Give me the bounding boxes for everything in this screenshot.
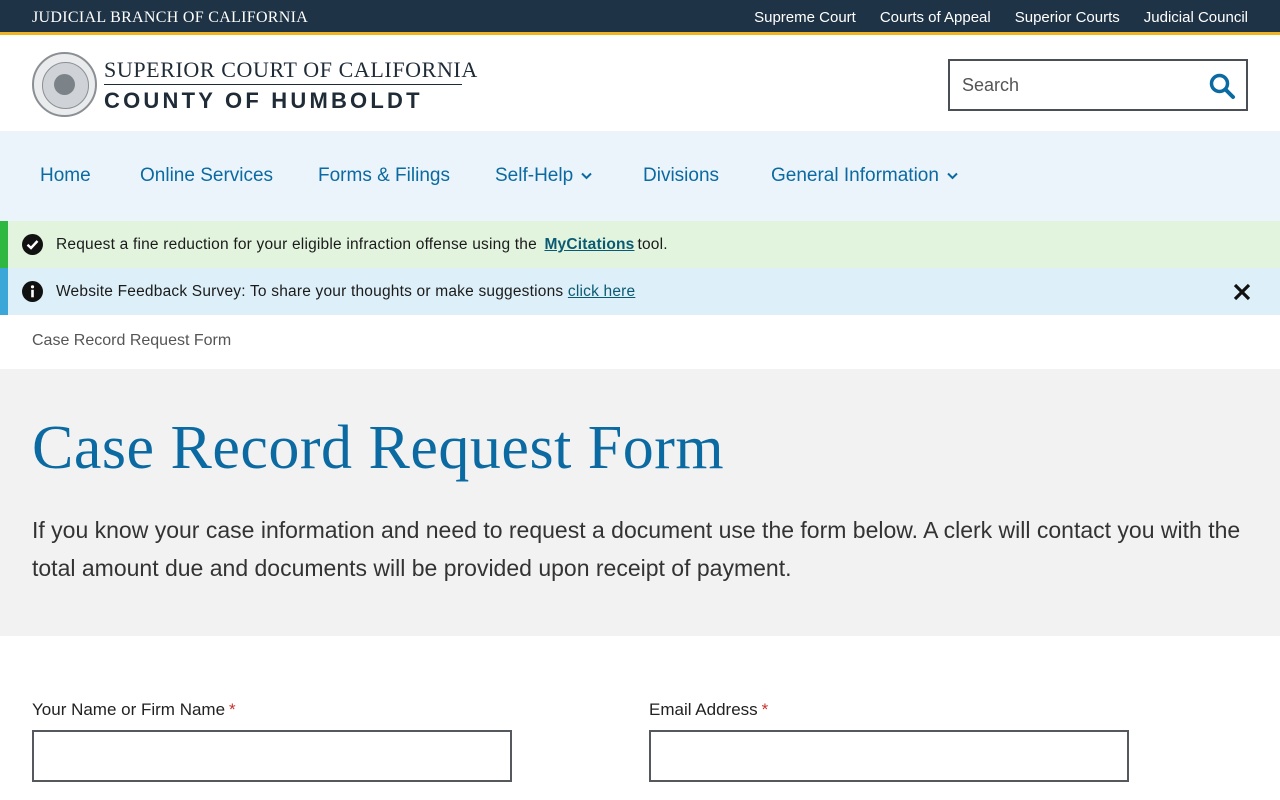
search-icon[interactable] [1208,72,1236,100]
nav-general-information[interactable]: General Information [771,165,958,187]
name-field[interactable] [32,730,512,782]
nav-divisions[interactable]: Divisions [643,165,719,187]
nav-online-services[interactable]: Online Services [140,165,273,187]
brand-title-line1[interactable]: SUPERIOR COURT OF CALIFORNIA [104,57,478,83]
info-circle-icon [22,281,43,302]
judicial-branch-label[interactable]: JUDICIAL BRANCH OF CALIFORNIA [32,9,308,27]
site-search [948,59,1248,111]
mycitations-alert-text-end: tool. [637,236,668,253]
mycitations-alert: Request a fine reduction for your eligib… [0,221,1280,268]
nav-forms-filings[interactable]: Forms & Filings [318,165,450,187]
breadcrumb-current: Case Record Request Form [32,332,232,349]
email-field-label: Email Address * [649,700,768,720]
nav-self-help[interactable]: Self-Help [495,165,592,187]
required-marker: * [761,700,769,719]
supreme-court-link[interactable]: Supreme Court [754,9,856,26]
page-intro: If you know your case information and ne… [32,517,1241,581]
brand-divider [104,84,462,85]
page-hero: Case Record Request Form If you know you… [0,369,1280,636]
site-header: SUPERIOR COURT OF CALIFORNIA COUNTY OF H… [0,38,1280,131]
check-circle-icon [22,234,43,255]
superior-courts-link[interactable]: Superior Courts [1015,9,1120,26]
feedback-survey-text: Website Feedback Survey: To share your t… [56,283,568,300]
nav-divisions-label: Divisions [643,165,720,186]
court-seal-logo[interactable] [32,52,97,117]
nav-self-help-label: Self-Help [495,165,574,186]
breadcrumb: Case Record Request Form [32,332,231,350]
mycitations-alert-message: Request a fine reduction for your eligib… [56,236,668,254]
judicial-council-link[interactable]: Judicial Council [1144,9,1248,26]
chevron-down-icon [947,172,958,180]
email-field[interactable] [649,730,1129,782]
nav-online-services-label: Online Services [140,165,274,186]
name-field-label-text: Your Name or Firm Name [32,700,226,719]
email-field-label-text: Email Address [649,700,758,719]
nav-general-information-label: General Information [771,165,939,186]
feedback-survey-alert: Website Feedback Survey: To share your t… [0,268,1280,315]
judicial-branch-bar: JUDICIAL BRANCH OF CALIFORNIA Supreme Co… [0,0,1280,35]
search-input[interactable] [950,61,1200,109]
court-links: Supreme Court Courts of Appeal Superior … [754,9,1248,26]
nav-home[interactable]: Home [40,165,91,187]
mycitations-link[interactable]: MyCitations [544,236,634,253]
brand-title-line2[interactable]: COUNTY OF HUMBOLDT [104,88,423,114]
courts-of-appeal-link[interactable]: Courts of Appeal [880,9,991,26]
required-marker: * [229,700,236,719]
name-field-label: Your Name or Firm Name * [32,700,236,720]
main-nav: Home Online Services Forms & Filings Sel… [0,131,1280,221]
mycitations-alert-text: Request a fine reduction for your eligib… [56,236,542,253]
chevron-down-icon [581,172,592,180]
click-here-link[interactable]: click here [568,283,635,300]
feedback-survey-message: Website Feedback Survey: To share your t… [56,283,635,301]
nav-forms-filings-label: Forms & Filings [318,165,450,186]
nav-home-label: Home [40,165,91,186]
close-icon[interactable] [1232,282,1252,302]
page-title: Case Record Request Form [32,414,725,482]
